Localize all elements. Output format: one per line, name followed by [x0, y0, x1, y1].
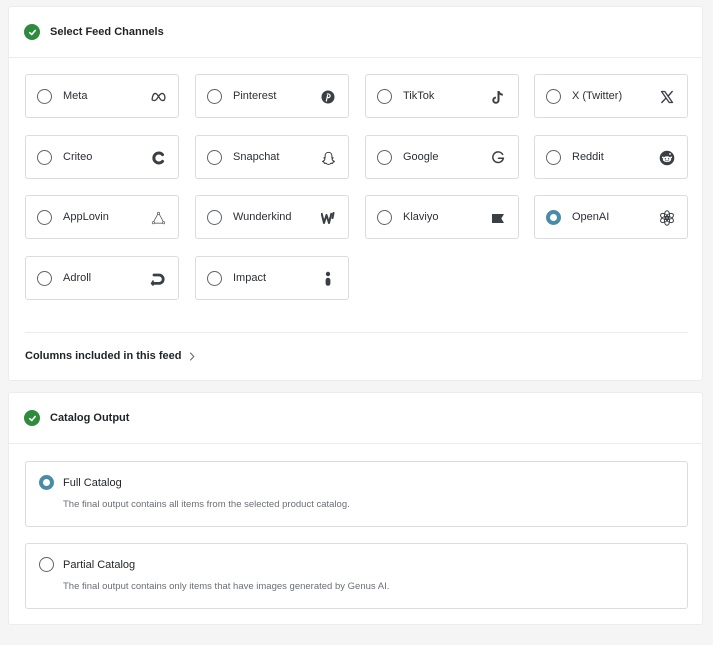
tiktok-icon — [489, 88, 507, 106]
channel-label: Impact — [233, 272, 267, 284]
channel-label: AppLovin — [63, 211, 109, 223]
channel-radio[interactable] — [207, 149, 222, 165]
full-catalog-radio[interactable] — [39, 475, 54, 490]
partial-catalog-description: The final output contains only items tha… — [63, 581, 390, 592]
channel-radio[interactable] — [207, 88, 222, 104]
channel-radio[interactable] — [377, 88, 392, 104]
channel-option-applovin[interactable]: AppLovin — [25, 195, 179, 239]
catalog-output-title: Catalog Output — [50, 412, 130, 424]
impact-icon — [319, 270, 337, 288]
channel-label: X (Twitter) — [572, 90, 623, 102]
google-icon — [489, 149, 507, 167]
channel-radio[interactable] — [37, 149, 52, 165]
channel-radio-selected[interactable] — [546, 209, 561, 225]
columns-included-link[interactable]: Columns included in this feed — [25, 350, 195, 362]
full-catalog-title: Full Catalog — [63, 477, 122, 489]
feed-channels-title: Select Feed Channels — [50, 26, 164, 38]
feed-channels-header: Select Feed Channels — [9, 7, 702, 58]
channel-label: Klaviyo — [403, 211, 439, 223]
pinterest-icon — [319, 88, 337, 106]
channel-option-criteo[interactable]: Criteo — [25, 135, 179, 179]
channel-radio[interactable] — [377, 209, 392, 225]
channel-label: Adroll — [63, 272, 92, 284]
channel-option-adroll[interactable]: Adroll — [25, 256, 179, 300]
openai-icon — [658, 209, 676, 227]
channel-option-tiktok[interactable]: TikTok — [365, 74, 519, 118]
channel-option-wunderkind[interactable]: Wunderkind — [195, 195, 349, 239]
channel-label: Meta — [63, 90, 88, 102]
meta-icon — [149, 88, 167, 106]
channel-option-klaviyo[interactable]: Klaviyo — [365, 195, 519, 239]
channel-radio[interactable] — [377, 149, 392, 165]
channel-option-impact[interactable]: Impact — [195, 256, 349, 300]
full-catalog-description: The final output contains all items from… — [63, 499, 350, 510]
channel-option-snapchat[interactable]: Snapchat — [195, 135, 349, 179]
channel-label: Pinterest — [233, 90, 277, 102]
chevron-right-icon — [189, 351, 195, 361]
channel-option-openai[interactable]: OpenAI — [534, 195, 688, 239]
partial-catalog-option[interactable]: Partial Catalog The final output contain… — [25, 543, 688, 609]
channel-label: Reddit — [572, 151, 604, 163]
snapchat-icon — [319, 149, 337, 167]
channel-radio[interactable] — [546, 88, 561, 104]
partial-catalog-radio[interactable] — [39, 557, 54, 572]
criteo-icon — [149, 149, 167, 167]
columns-included-label: Columns included in this feed — [25, 350, 182, 362]
channel-label: Criteo — [63, 151, 93, 163]
channel-option-meta[interactable]: Meta — [25, 74, 179, 118]
channel-radio[interactable] — [546, 149, 561, 165]
channel-option-reddit[interactable]: Reddit — [534, 135, 688, 179]
channel-label: Google — [403, 151, 439, 163]
channel-radio[interactable] — [207, 270, 222, 286]
channel-label: OpenAI — [572, 211, 610, 223]
wunderkind-icon — [319, 209, 337, 227]
channel-radio[interactable] — [207, 209, 222, 225]
check-circle-icon — [24, 410, 40, 426]
channel-radio[interactable] — [37, 88, 52, 104]
channel-option-x-twitter[interactable]: X (Twitter) — [534, 74, 688, 118]
partial-catalog-title: Partial Catalog — [63, 559, 136, 571]
channel-option-pinterest[interactable]: Pinterest — [195, 74, 349, 118]
reddit-icon — [658, 149, 676, 167]
channel-radio[interactable] — [37, 209, 52, 225]
channel-label: Snapchat — [233, 151, 280, 163]
x-twitter-icon — [658, 88, 676, 106]
adroll-icon — [149, 270, 167, 288]
full-catalog-option[interactable]: Full Catalog The final output contains a… — [25, 461, 688, 527]
feed-channels-card: Select Feed Channels Meta Pinterest TikT… — [8, 6, 703, 381]
channel-radio[interactable] — [37, 270, 52, 286]
check-circle-icon — [24, 24, 40, 40]
catalog-output-header: Catalog Output — [9, 393, 702, 444]
channel-label: TikTok — [403, 90, 435, 102]
catalog-output-card: Catalog Output Full Catalog The final ou… — [8, 392, 703, 625]
klaviyo-icon — [489, 209, 507, 227]
channel-label: Wunderkind — [233, 211, 292, 223]
channel-option-google[interactable]: Google — [365, 135, 519, 179]
section-divider — [25, 332, 688, 333]
applovin-icon — [149, 209, 167, 227]
